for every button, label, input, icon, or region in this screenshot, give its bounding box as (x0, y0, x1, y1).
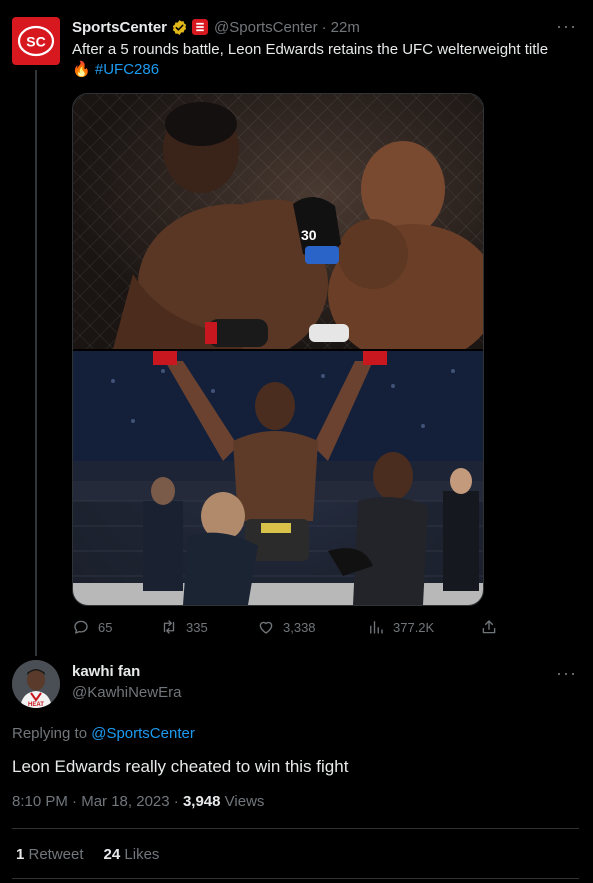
views-action[interactable]: 377.2K (367, 614, 434, 640)
reply-time[interactable]: 8:10 PM (12, 793, 68, 810)
retweet-count: 335 (186, 619, 208, 635)
reply-retweets[interactable]: 1 Retweet (16, 846, 84, 863)
like-count: 3,338 (283, 619, 316, 635)
fight-photo-celebration[interactable] (73, 351, 483, 605)
speech-bubble-icon (74, 620, 88, 634)
reply-count: 65 (98, 619, 113, 635)
reply-action[interactable]: 65 (72, 614, 112, 640)
tweet-action-bar: 65 335 3,338 377.2K (72, 614, 502, 640)
tweet-header: SportsCenter @SportsCenter · 22m (72, 16, 577, 38)
sportscenter-logo-icon: SC (17, 25, 55, 57)
reply-like-label: Likes (120, 846, 160, 863)
replying-prefix: Replying to (12, 725, 92, 742)
header-separator: · (321, 18, 327, 36)
reply-views-count: 3,948 (182, 793, 221, 810)
svg-text:HEAT: HEAT (28, 702, 44, 708)
share-upload-icon (482, 620, 496, 634)
like-action[interactable]: 3,338 (257, 614, 316, 640)
meta-separator: · (67, 793, 82, 810)
share-action[interactable] (480, 614, 506, 640)
tweet-text: After a 5 rounds battle, Leon Edwards re… (72, 40, 579, 80)
thread-connector-line (35, 70, 37, 656)
tweet-more-options-icon[interactable]: ··· (556, 16, 577, 37)
reply-author-name[interactable]: kawhi fan (72, 663, 140, 680)
fire-emoji: 🔥 (72, 61, 91, 78)
reply-text: Leon Edwards really cheated to win this … (12, 757, 349, 776)
reply-like-count: 24 (103, 846, 121, 863)
fight-photo-punch[interactable]: 30 (73, 94, 483, 349)
reply-author-handle[interactable]: @KawhiNewEra (72, 684, 181, 701)
retweet-arrows-icon (163, 620, 175, 634)
replying-to-link[interactable]: @SportsCenter (91, 725, 195, 742)
tweet-media-grid[interactable]: 30 (72, 93, 484, 606)
tweet-time[interactable]: 22m (331, 19, 360, 36)
views-count: 377.2K (393, 619, 435, 635)
tweet-body: After a 5 rounds battle, Leon Edwards re… (72, 41, 549, 58)
hashtag-link[interactable]: #UFC286 (95, 61, 159, 78)
reply-retweet-label: Retweet (24, 846, 84, 863)
verified-gold-badge-icon[interactable] (171, 19, 188, 36)
kawhi-fan-avatar[interactable]: HEAT (12, 660, 60, 708)
sportscenter-avatar[interactable]: SC (12, 17, 60, 65)
author-name[interactable]: SportsCenter (72, 19, 167, 36)
meta-separator: · (169, 793, 183, 810)
divider (12, 878, 579, 879)
replying-to-line: Replying to @SportsCenter (12, 725, 195, 742)
heart-icon (259, 621, 273, 634)
bar-chart-icon (370, 621, 383, 634)
reply-more-options-icon[interactable]: ··· (556, 663, 577, 684)
reply-engagement-stats: 1 Retweet 24 Likes (16, 846, 159, 863)
retweet-action[interactable]: 335 (160, 614, 208, 640)
svg-text:SC: SC (26, 34, 45, 50)
divider (12, 828, 579, 829)
svg-text:30: 30 (301, 227, 317, 243)
reply-likes[interactable]: 24 Likes (104, 846, 160, 863)
author-handle[interactable]: @SportsCenter (214, 19, 318, 36)
espn-affiliate-badge-icon[interactable] (192, 19, 209, 35)
reply-metadata: 8:10 PM · Mar 18, 2023 · 3,948 Views (12, 793, 264, 810)
reply-date[interactable]: Mar 18, 2023 (81, 793, 169, 810)
reply-views-label: Views (220, 793, 265, 810)
